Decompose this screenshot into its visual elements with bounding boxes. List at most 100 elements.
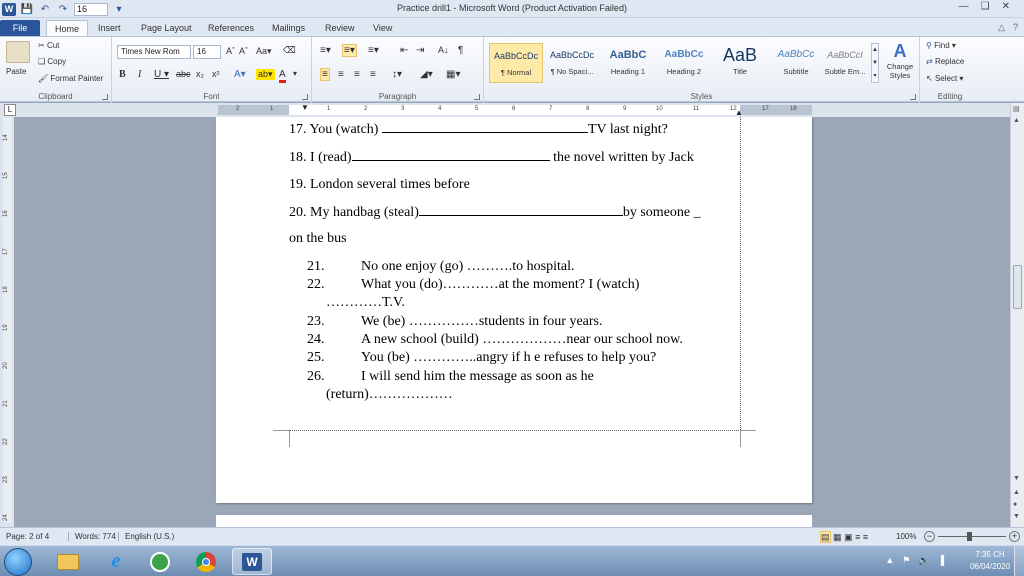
shading-icon[interactable]: ◢▾ (420, 69, 433, 80)
decrease-indent-icon[interactable]: ⇤ (400, 45, 408, 56)
numbering-icon[interactable]: ≡▾ (342, 44, 357, 57)
style-subtitle[interactable]: AaBbCc Subtitle (769, 43, 823, 83)
doc-line-17[interactable]: 17. You (watch) TV last night? (289, 121, 668, 138)
font-name-box[interactable]: Times New Rom (117, 45, 191, 59)
styles-scroll-icon[interactable]: ▲ ▼ ▾ (871, 43, 879, 83)
tab-review[interactable]: Review (325, 20, 355, 36)
borders-icon[interactable]: ▦▾ (446, 69, 460, 80)
clock[interactable]: 7:35 CH 06/04/2020 (970, 549, 1010, 573)
minimize-icon[interactable]: — (959, 1, 969, 12)
style-no-spacing[interactable]: AaBbCcDc ¶ No Spaci... (545, 43, 599, 83)
highlight-icon[interactable]: ab▾ (256, 69, 275, 80)
change-case-icon[interactable]: Aa▾ (256, 46, 272, 57)
show-formatting-icon[interactable]: ¶ (458, 45, 463, 56)
taskbar-explorer[interactable] (48, 548, 88, 575)
right-indent-marker-icon[interactable]: ▲ (735, 108, 743, 117)
line-spacing-icon[interactable]: ↕▾ (392, 69, 402, 80)
tab-home[interactable]: Home (46, 20, 89, 36)
strikethrough-icon[interactable]: abc (176, 69, 191, 79)
clear-formatting-icon[interactable]: ⌫ (283, 45, 296, 56)
taskbar-ie[interactable]: e (96, 548, 136, 575)
paragraph-launcher-icon[interactable] (474, 94, 480, 100)
select-button[interactable]: ↖ Select ▾ (926, 74, 963, 83)
shrink-font-icon[interactable]: Aˇ (239, 46, 248, 56)
font-color-icon[interactable]: A (279, 69, 286, 83)
align-left-icon[interactable]: ≡ (320, 68, 330, 81)
full-screen-reading-icon[interactable]: ▦ (833, 532, 842, 542)
replace-button[interactable]: ⇄ Replace (926, 57, 964, 66)
item-26-text[interactable]: I will send him the message as soon as h… (361, 369, 594, 385)
ruler-toggle-icon[interactable]: ▤ (1013, 105, 1020, 113)
bullets-icon[interactable]: ≡▾ (320, 45, 331, 56)
next-page[interactable] (216, 515, 812, 527)
increase-indent-icon[interactable]: ⇥ (416, 45, 424, 56)
zoom-slider[interactable] (938, 536, 1006, 537)
text-effects-icon[interactable]: A▾ (234, 69, 246, 80)
item-23-text[interactable]: We (be) ……………students in four years. (361, 314, 603, 330)
doc-line-19[interactable]: 19. London several times before (289, 177, 470, 193)
horizontal-ruler[interactable]: L 2 1 1 2 3 4 5 6 7 8 9 10 11 12 17 18 ▼… (0, 103, 1024, 117)
justify-icon[interactable]: ≡ (370, 69, 376, 80)
doc-line-18[interactable]: 18. I (read) the novel written by Jack (289, 149, 694, 166)
scroll-thumb[interactable] (1013, 265, 1022, 309)
document-page[interactable]: 17. You (watch) TV last night? 18. I (re… (216, 117, 812, 503)
style-heading-2[interactable]: AaBbCc Heading 2 (657, 43, 711, 83)
browse-object-icon[interactable]: ● (1013, 501, 1017, 508)
paste-button[interactable]: Paste (6, 67, 26, 76)
item-21-text[interactable]: No one enjoy (go) ……….to hospital. (361, 259, 574, 275)
style-subtle-emphasis[interactable]: AaBbCcI Subtle Em... (818, 43, 872, 83)
flag-icon[interactable]: ⚑ (902, 555, 910, 566)
tab-insert[interactable]: Insert (98, 20, 121, 36)
style-normal[interactable]: AaBbCcDc ¶ Normal (489, 43, 543, 83)
font-color-dropdown-icon[interactable]: ▾ (293, 69, 297, 78)
print-layout-icon[interactable]: ▤ (820, 531, 831, 543)
font-launcher-icon[interactable] (302, 94, 308, 100)
web-layout-icon[interactable]: ▣ (844, 532, 853, 542)
style-title[interactable]: AaB Title (713, 43, 767, 83)
paste-icon[interactable] (6, 41, 30, 63)
next-page-icon[interactable]: ▼ (1013, 513, 1020, 520)
scroll-up-icon[interactable]: ▲ (1013, 117, 1020, 124)
show-hidden-icons-icon[interactable]: ▲ (885, 555, 894, 566)
subscript-icon[interactable]: x₂ (196, 69, 204, 79)
tab-page-layout[interactable]: Page Layout (141, 20, 192, 36)
multilevel-list-icon[interactable]: ≡▾ (368, 45, 379, 56)
network-icon[interactable]: ▐ (938, 555, 944, 566)
style-heading-1[interactable]: AaBbC Heading 1 (601, 43, 655, 83)
tab-selector-icon[interactable]: L (4, 104, 16, 116)
item-26-cont-text[interactable]: (return)……………… (326, 387, 453, 403)
underline-icon[interactable]: U ▾ (154, 69, 169, 80)
vertical-scrollbar[interactable]: ▤ ▲ ▼ ▲ ● ▼ (1010, 103, 1024, 527)
start-button-icon[interactable] (4, 548, 32, 576)
language[interactable]: English (U.S.) (118, 532, 174, 541)
zoom-in-icon[interactable]: + (1009, 531, 1020, 542)
previous-page-icon[interactable]: ▲ (1013, 489, 1020, 496)
item-22-text[interactable]: What you (do)…………at the moment? I (watch… (361, 277, 639, 293)
indent-marker-icon[interactable]: ▼ (301, 103, 309, 112)
font-size-box[interactable]: 16 (193, 45, 221, 59)
tab-references[interactable]: References (208, 20, 254, 36)
tab-file[interactable]: File (0, 20, 40, 36)
item-25-text[interactable]: You (be) …………..angry if h e refuses to h… (361, 350, 656, 366)
sort-icon[interactable]: A↓ (438, 45, 449, 55)
tab-mailings[interactable]: Mailings (272, 20, 305, 36)
restore-icon[interactable]: ❏ (981, 1, 990, 12)
item-24-text[interactable]: A new school (build) ………………near our scho… (361, 332, 683, 348)
volume-icon[interactable]: 🔈 (918, 555, 929, 566)
cut-button[interactable]: ✂ Cut (38, 41, 59, 50)
scroll-down-icon[interactable]: ▼ (1013, 475, 1020, 482)
align-center-icon[interactable]: ≡ (338, 69, 344, 80)
clipboard-launcher-icon[interactable] (102, 94, 108, 100)
tab-view[interactable]: View (373, 20, 392, 36)
taskbar-word[interactable]: W (232, 548, 272, 575)
page-count[interactable]: Page: 2 of 4 (6, 532, 49, 541)
zoom-level[interactable]: 100% (896, 532, 916, 541)
doc-line-20-cont[interactable]: on the bus (289, 231, 347, 247)
superscript-icon[interactable]: x² (212, 69, 220, 79)
styles-launcher-icon[interactable] (910, 94, 916, 100)
format-painter-button[interactable]: 🖌 Format Painter (38, 74, 103, 83)
find-button[interactable]: ⚲ Find ▾ (926, 41, 956, 50)
grow-font-icon[interactable]: Aˆ (226, 46, 235, 56)
draft-icon[interactable]: ≡ (863, 532, 868, 542)
change-styles-button[interactable]: A Change Styles (884, 40, 916, 80)
